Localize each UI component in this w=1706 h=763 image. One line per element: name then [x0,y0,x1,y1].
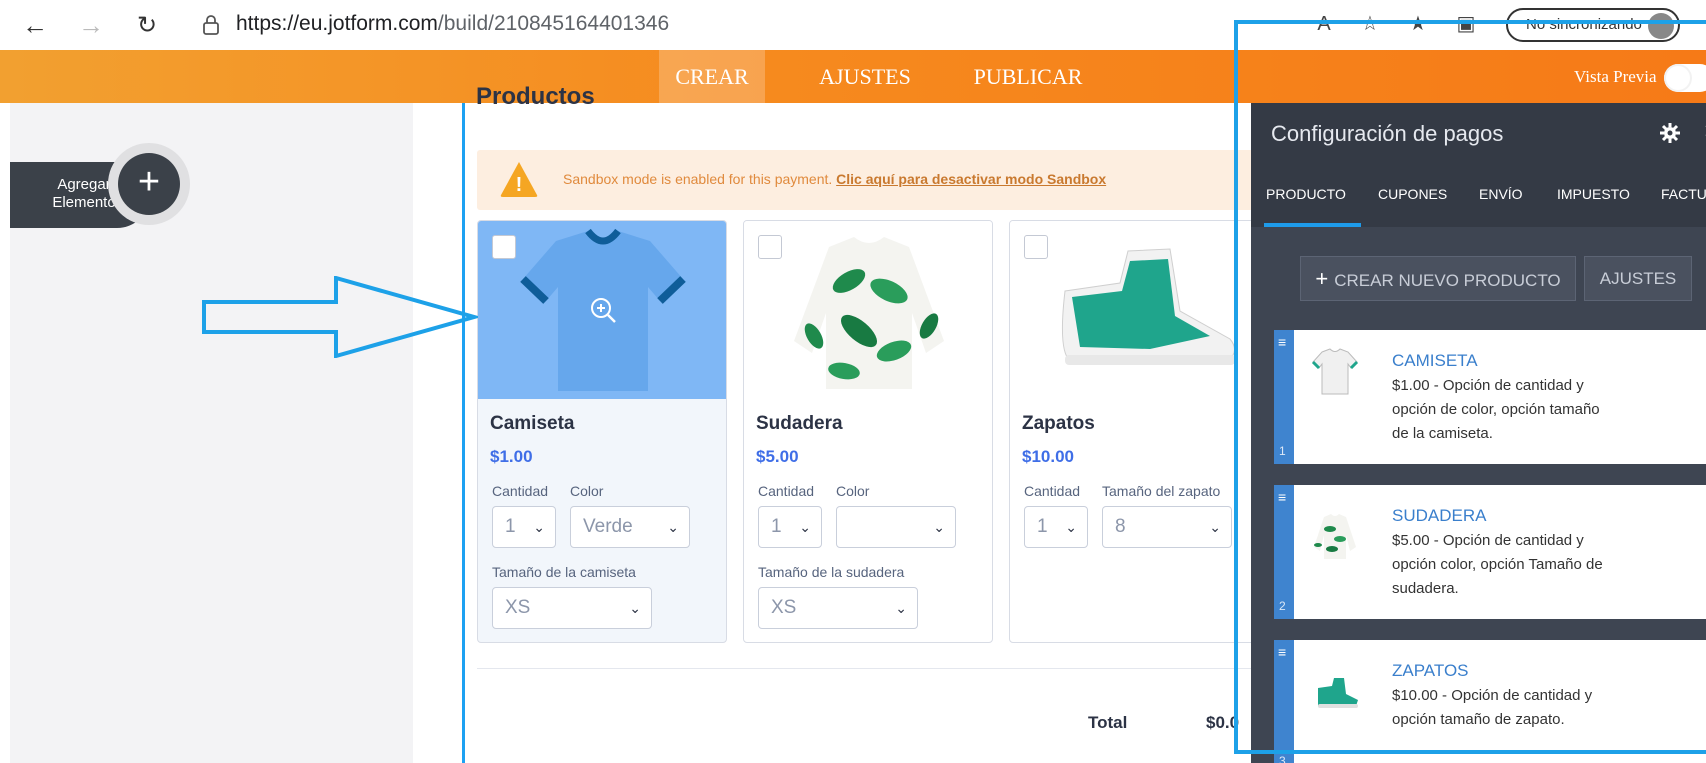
url-path: /build/210845164401346 [437,12,670,35]
size-label: Tamaño de la camiseta [492,564,636,580]
quantity-label: Cantidad [758,483,815,499]
reload-icon[interactable]: ↻ [130,8,164,42]
size-value: XS [505,597,531,618]
shoe-size-label: Tamaño del zapato [1102,483,1221,499]
color-select[interactable]: Verde ⌄ [570,506,690,548]
sandbox-message: Sandbox mode is enabled for this payment… [563,171,1106,187]
chevron-down-icon: ⌄ [1065,519,1077,535]
chevron-down-icon: ⌄ [933,519,945,535]
color-label: Color [570,483,604,499]
product-checkbox[interactable] [1024,235,1048,259]
chevron-down-icon: ⌄ [629,600,641,616]
product-name: Camiseta [490,413,575,434]
product-name: Zapatos [1022,413,1095,434]
annotation-highlight-box [1234,20,1706,754]
title-clip [413,50,1251,103]
left-edge [0,103,10,763]
size-select[interactable]: XS ⌄ [492,587,652,629]
divider [477,668,1257,669]
product-card-zapatos[interactable]: Zapatos $10.00 Cantidad Tamaño del zapat… [1009,220,1259,643]
product-checkbox[interactable] [758,235,782,259]
color-select[interactable]: ⌄ [836,506,956,548]
chevron-down-icon: ⌄ [799,519,811,535]
quantity-value: 1 [505,516,516,537]
sandbox-warning: ! Sandbox mode is enabled for this payme… [477,150,1257,210]
chevron-down-icon: ⌄ [1209,519,1221,535]
quantity-select[interactable]: 1 ⌄ [758,506,822,548]
add-element-circle[interactable]: + [108,143,190,225]
size-select[interactable]: XS ⌄ [758,587,918,629]
size-value: XS [771,597,797,618]
disable-sandbox-link[interactable]: Clic aquí para desactivar modo Sandbox [836,171,1106,187]
quantity-value: 1 [1037,516,1048,537]
product-price: $10.00 [1022,447,1074,466]
color-value: Verde [583,516,633,537]
form-guide-line [462,103,465,763]
product-name: Sudadera [756,413,843,434]
product-checkbox[interactable] [492,235,516,259]
lock-icon [203,15,219,35]
chevron-down-icon: ⌄ [533,519,545,535]
chevron-down-icon: ⌄ [667,519,679,535]
annotation-arrow [202,276,478,358]
quantity-label: Cantidad [1024,483,1081,499]
product-price: $1.00 [490,447,533,466]
forward-arrow-icon[interactable]: → [74,8,108,42]
sandbox-text: Sandbox mode is enabled for this payment… [563,171,833,187]
warning-icon: ! [500,162,538,197]
shoe-size-value: 8 [1115,516,1126,537]
shoe-size-select[interactable]: 8 ⌄ [1102,506,1232,548]
quantity-select[interactable]: 1 ⌄ [492,506,556,548]
chevron-down-icon: ⌄ [895,600,907,616]
svg-text:!: ! [516,174,523,196]
quantity-select[interactable]: 1 ⌄ [1024,506,1088,548]
item-index: 3 [1279,754,1286,763]
plus-icon: + [118,153,180,215]
product-card-camiseta[interactable]: Camiseta $1.00 Cantidad Color 1 ⌄ Verde ⌄ … [477,220,727,643]
total-label: Total [1088,713,1128,732]
zoom-icon[interactable] [588,295,618,325]
back-arrow-icon[interactable]: ← [18,8,52,42]
address-bar[interactable]: https://eu.jotform.com/build/21084516440… [236,12,669,36]
url-host: https://eu.jotform.com [236,12,438,35]
product-card-sudadera[interactable]: Sudadera $5.00 Cantidad Color 1 ⌄ ⌄ Tamañ… [743,220,993,643]
product-price: $5.00 [756,447,799,466]
color-label: Color [836,483,870,499]
quantity-value: 1 [771,516,782,537]
size-label: Tamaño de la sudadera [758,564,905,580]
quantity-label: Cantidad [492,483,549,499]
